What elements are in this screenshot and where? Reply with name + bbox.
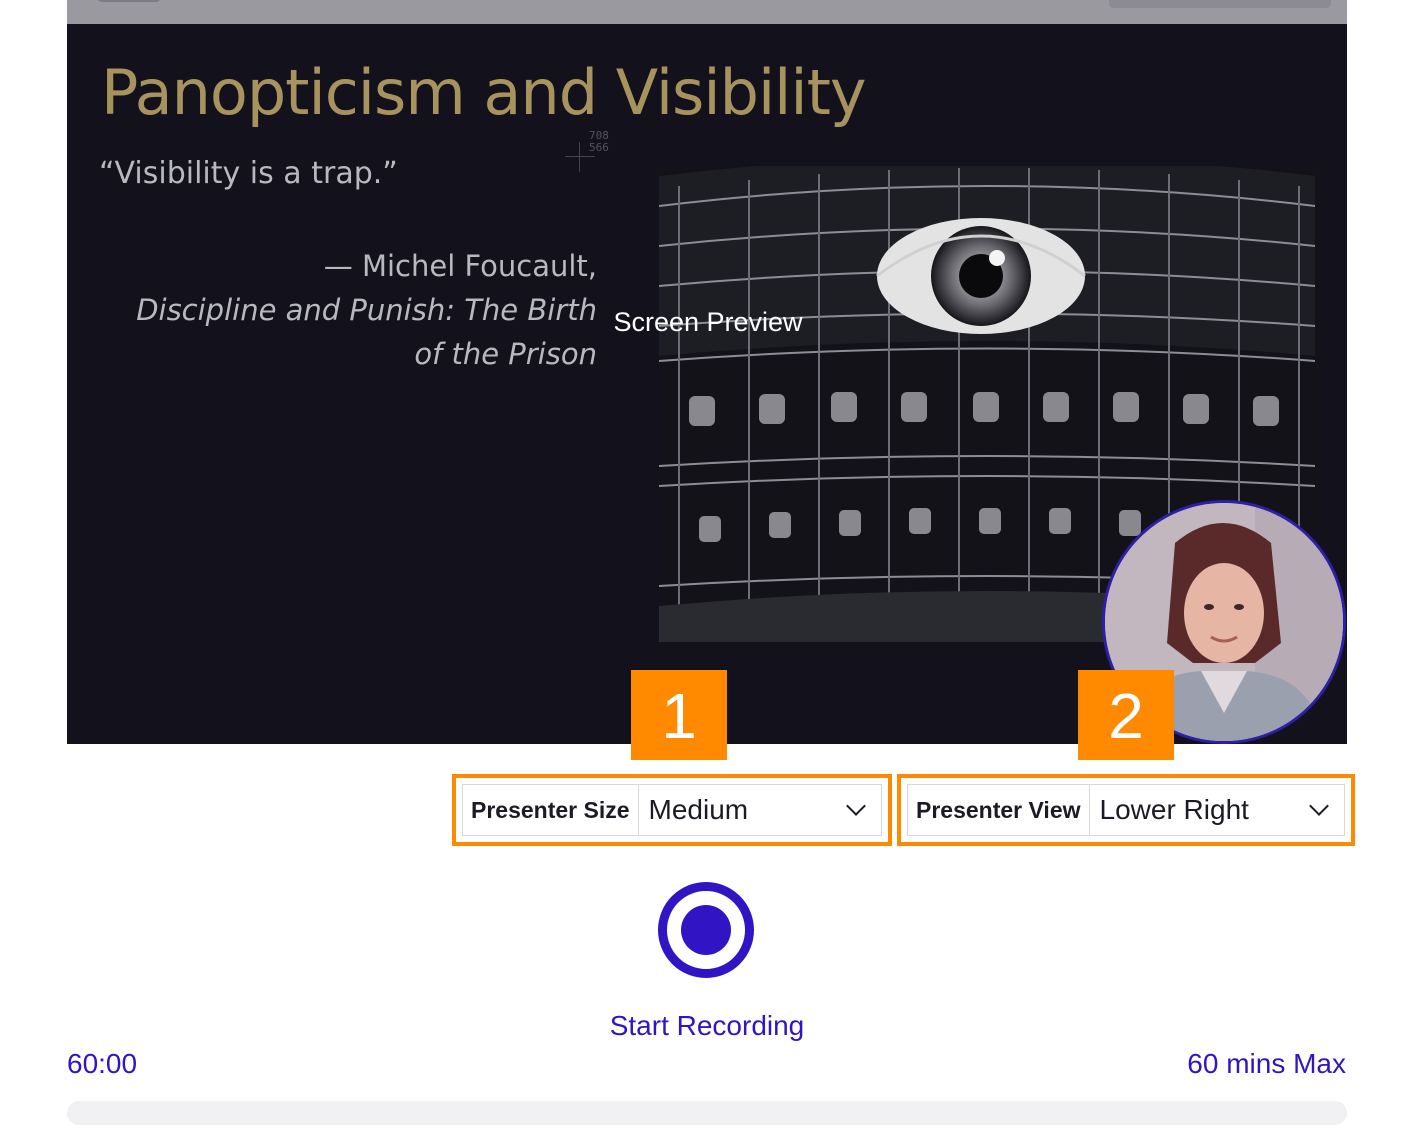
presenter-view-highlight: Presenter View Lower Right (897, 774, 1355, 846)
browser-toolbar (67, 0, 1347, 24)
attribution-book-line2: of the Prison (414, 337, 597, 371)
max-duration-label: 60 mins Max (1187, 1048, 1346, 1079)
recording-progress-bar (67, 1101, 1347, 1125)
cursor-coordinates: 708 566 (589, 129, 609, 154)
presenter-view-label: Presenter View (908, 785, 1090, 835)
presenter-size-value: Medium (648, 794, 749, 825)
presenter-size-select[interactable]: Medium (639, 785, 881, 835)
toolbar-field[interactable] (1109, 0, 1331, 8)
presenter-size-control: Presenter Size Medium (462, 784, 882, 836)
chevron-down-icon (1309, 796, 1329, 816)
start-recording-label[interactable]: Start Recording (0, 1010, 1414, 1042)
start-recording-button[interactable] (658, 882, 754, 978)
presenter-view-value: Lower Right (1099, 794, 1249, 825)
annotation-badge-1: 1 (631, 670, 727, 760)
presenter-view-control: Presenter View Lower Right (907, 784, 1345, 836)
chevron-down-icon (846, 796, 866, 816)
presenter-size-highlight: Presenter Size Medium (452, 774, 892, 846)
toolbar-button[interactable] (97, 0, 161, 2)
annotation-badge-2: 2 (1078, 670, 1174, 760)
attribution-author: — Michel Foucault, (323, 249, 597, 283)
record-icon (681, 905, 731, 955)
recording-timer: 60:00 (67, 1048, 138, 1079)
slide-quote: “Visibility is a trap.” (99, 156, 398, 191)
screen-preview-label: Screen Preview (613, 307, 803, 337)
slide-title: Panopticism and Visibility (101, 56, 867, 129)
presenter-view-select[interactable]: Lower Right (1090, 785, 1344, 835)
presenter-size-label: Presenter Size (463, 785, 639, 835)
